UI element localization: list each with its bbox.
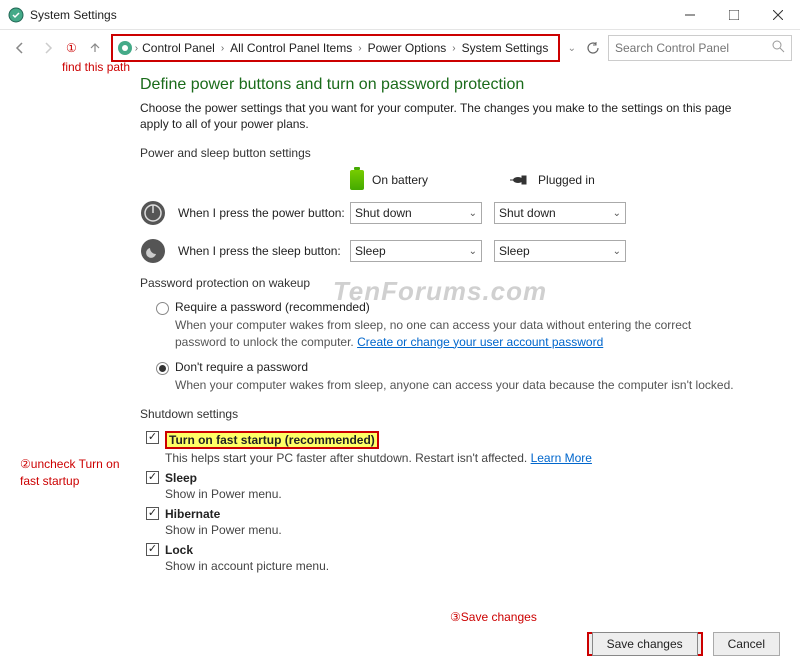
fast-startup-label: Turn on fast startup (recommended) xyxy=(169,433,375,447)
refresh-button[interactable] xyxy=(582,37,604,59)
hibernate-checkbox-label: Hibernate xyxy=(165,507,220,521)
radio-icon xyxy=(156,302,169,315)
chevron-down-icon: ⌄ xyxy=(613,208,621,219)
sleep-checkbox[interactable]: Sleep xyxy=(146,471,740,485)
breadcrumb-item[interactable]: System Settings xyxy=(458,39,553,57)
power-battery-select[interactable]: Shut down⌄ xyxy=(350,202,482,224)
search-icon xyxy=(772,40,785,56)
hibernate-checkbox-desc: Show in Power menu. xyxy=(165,523,740,537)
require-password-label: Require a password (recommended) xyxy=(175,300,370,314)
fast-startup-checkbox[interactable]: Turn on fast startup (recommended) xyxy=(146,431,740,449)
power-icon xyxy=(140,200,166,226)
annotation-3-text: Save changes xyxy=(461,610,537,624)
footer-buttons: Save changes Cancel xyxy=(587,632,780,656)
no-password-label: Don't require a password xyxy=(175,360,308,374)
plug-icon xyxy=(508,174,530,186)
section-shutdown: Shutdown settings xyxy=(140,407,740,421)
sleep-checkbox-label: Sleep xyxy=(165,471,197,485)
page-description: Choose the power settings that you want … xyxy=(140,100,740,132)
create-password-link[interactable]: Create or change your user account passw… xyxy=(357,335,603,349)
chevron-down-icon: ⌄ xyxy=(469,208,477,219)
up-button[interactable] xyxy=(83,36,107,60)
require-password-radio[interactable]: Require a password (recommended) xyxy=(156,300,740,315)
power-button-label: When I press the power button: xyxy=(178,206,350,220)
sleep-icon xyxy=(140,238,166,264)
breadcrumb-item[interactable]: Control Panel xyxy=(138,39,219,57)
battery-icon xyxy=(350,170,364,190)
main-content: Define power buttons and turn on passwor… xyxy=(0,66,800,589)
search-input[interactable] xyxy=(608,35,792,61)
close-button[interactable] xyxy=(756,0,800,30)
checkbox-icon xyxy=(146,507,159,520)
sleep-checkbox-desc: Show in Power menu. xyxy=(165,487,740,501)
no-password-radio[interactable]: Don't require a password xyxy=(156,360,740,375)
lock-checkbox-desc: Show in account picture menu. xyxy=(165,559,740,573)
annotation-1-badge: ① xyxy=(66,41,77,55)
hibernate-checkbox[interactable]: Hibernate xyxy=(146,507,740,521)
chevron-right-icon: › xyxy=(452,43,455,54)
sleep-plugged-select[interactable]: Sleep⌄ xyxy=(494,240,626,262)
annotation-2-text: uncheck Turn on fast startup xyxy=(20,457,120,488)
learn-more-link[interactable]: Learn More xyxy=(531,451,592,465)
checkbox-icon xyxy=(146,543,159,556)
lock-checkbox-label: Lock xyxy=(165,543,193,557)
location-icon xyxy=(117,40,133,56)
require-password-desc: When your computer wakes from sleep, no … xyxy=(175,317,740,349)
save-changes-button[interactable]: Save changes xyxy=(592,632,698,656)
search-field[interactable] xyxy=(615,41,772,55)
checkbox-icon xyxy=(146,471,159,484)
maximize-button[interactable] xyxy=(712,0,756,30)
radio-icon xyxy=(156,362,169,375)
annotation-2-badge: ② xyxy=(20,457,31,471)
page-heading: Define power buttons and turn on passwor… xyxy=(140,76,740,94)
section-password: Password protection on wakeup xyxy=(140,276,740,290)
window-controls xyxy=(668,0,800,30)
annotation-3-badge: ③ xyxy=(450,610,461,624)
power-button-row: When I press the power button: Shut down… xyxy=(140,200,740,226)
titlebar: System Settings xyxy=(0,0,800,30)
chevron-down-icon: ⌄ xyxy=(469,246,477,257)
on-battery-label: On battery xyxy=(372,173,428,187)
minimize-button[interactable] xyxy=(668,0,712,30)
save-button-highlight: Save changes xyxy=(587,632,703,656)
plugged-in-label: Plugged in xyxy=(538,173,595,187)
app-icon xyxy=(8,7,24,23)
forward-button[interactable] xyxy=(36,36,60,60)
power-plugged-select[interactable]: Shut down⌄ xyxy=(494,202,626,224)
fast-startup-desc: This helps start your PC faster after sh… xyxy=(165,451,740,465)
column-headers: On battery Plugged in xyxy=(350,170,740,190)
breadcrumb[interactable]: › Control Panel › All Control Panel Item… xyxy=(111,34,560,62)
window-title: System Settings xyxy=(30,8,668,22)
breadcrumb-item[interactable]: Power Options xyxy=(364,39,451,57)
sleep-button-label: When I press the sleep button: xyxy=(178,244,350,258)
checkbox-icon xyxy=(146,431,159,444)
no-password-desc: When your computer wakes from sleep, any… xyxy=(175,377,740,393)
cancel-button[interactable]: Cancel xyxy=(713,632,780,656)
chevron-right-icon: › xyxy=(358,43,361,54)
lock-checkbox[interactable]: Lock xyxy=(146,543,740,557)
section-power-sleep: Power and sleep button settings xyxy=(140,146,740,160)
sleep-battery-select[interactable]: Sleep⌄ xyxy=(350,240,482,262)
breadcrumb-item[interactable]: All Control Panel Items xyxy=(226,39,356,57)
plugged-in-header: Plugged in xyxy=(508,173,595,187)
back-button[interactable] xyxy=(8,36,32,60)
sleep-button-row: When I press the sleep button: Sleep⌄ Sl… xyxy=(140,238,740,264)
on-battery-header: On battery xyxy=(350,170,428,190)
dropdown-icon[interactable]: ⌄ xyxy=(568,43,576,54)
chevron-right-icon: › xyxy=(221,43,224,54)
chevron-down-icon: ⌄ xyxy=(613,246,621,257)
